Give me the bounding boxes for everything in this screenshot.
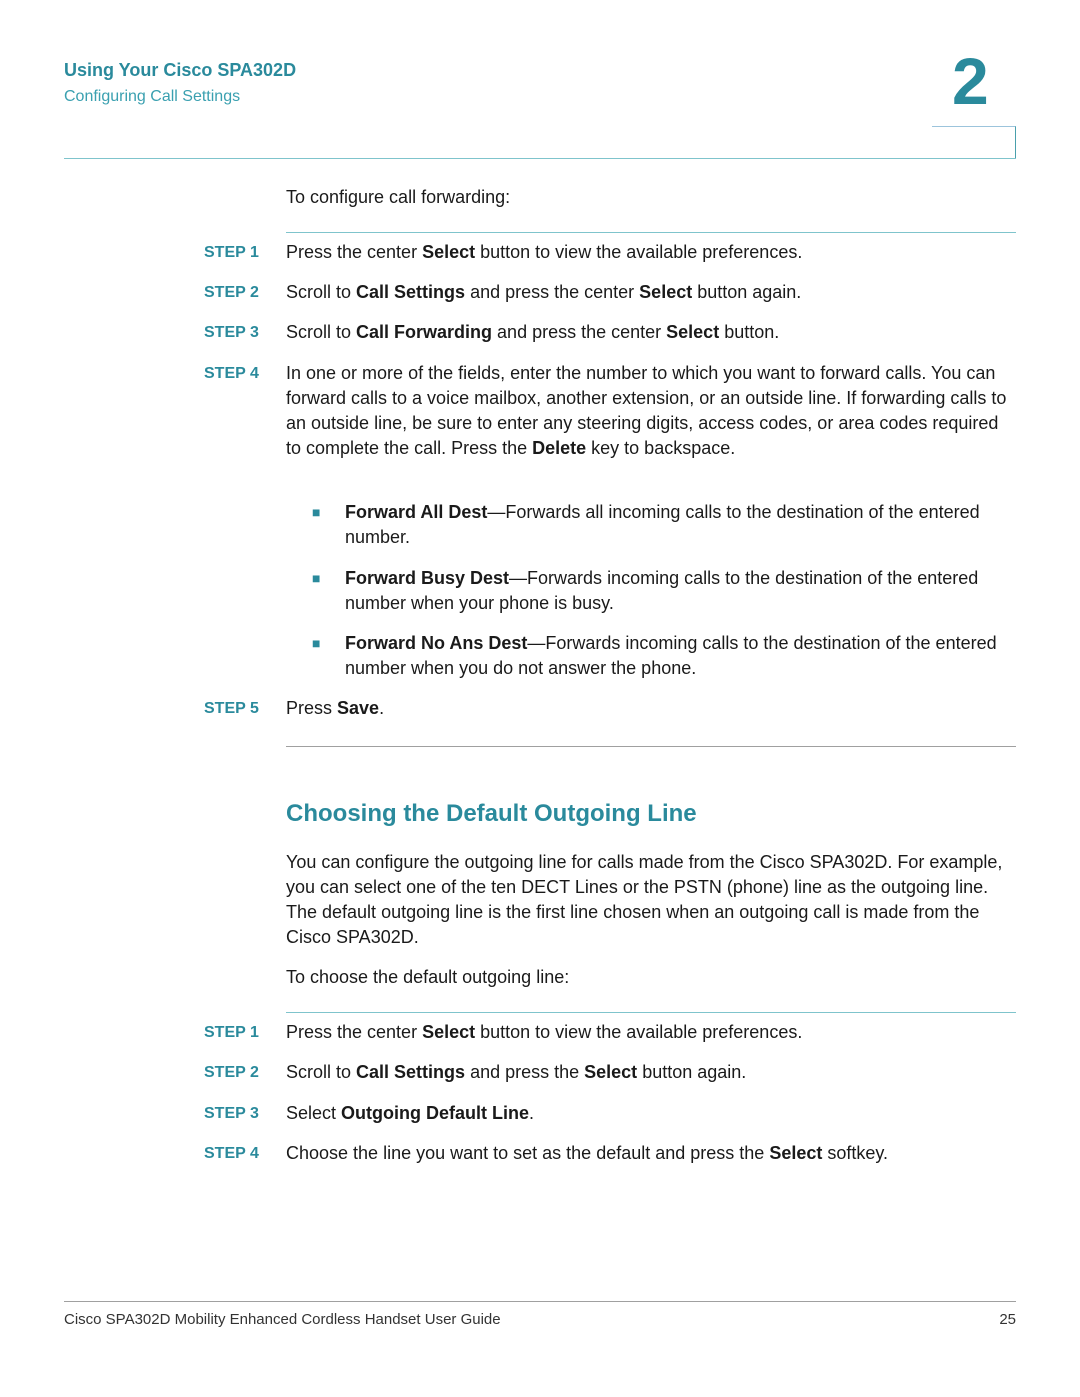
bullet-item: ■ Forward Busy Dest—Forwards incoming ca…: [312, 566, 1016, 616]
step-text: Press Save.: [286, 696, 1016, 721]
bullet-item: ■ Forward All Dest—Forwards all incoming…: [312, 500, 1016, 550]
step-text-part: and press the center: [492, 322, 667, 342]
bullet-term: Forward No Ans Dest: [345, 633, 528, 653]
forward-step: STEP 5 Press Save.: [204, 696, 1016, 721]
section-name: Configuring Call Settings: [64, 88, 241, 105]
step-text-part: and press the center: [465, 282, 640, 302]
step-text-part: button to view the available preferences…: [475, 242, 803, 262]
step-text-part: button.: [719, 322, 780, 342]
bullet-icon: ■: [312, 504, 321, 520]
step-emphasis: Select: [584, 1062, 638, 1082]
step-text-part: and press the: [465, 1062, 585, 1082]
step-text-part: Press the center: [286, 1022, 423, 1042]
bullet-text: Forward No Ans Dest—Forwards incoming ca…: [345, 631, 1016, 681]
step-label: STEP 3: [204, 324, 259, 341]
step-label: STEP 2: [204, 1064, 259, 1081]
footer-rule: [64, 1301, 1016, 1302]
bullet-item: ■ Forward No Ans Dest—Forwards incoming …: [312, 631, 1016, 681]
chapter-tab-decoration: [932, 126, 1016, 158]
step-label: STEP 3: [204, 1105, 259, 1122]
bullet-icon: ■: [312, 635, 321, 651]
step-text: Scroll to Call Forwarding and press the …: [286, 320, 1016, 345]
chapter-number: 2: [952, 44, 989, 118]
header-rule: [64, 158, 1016, 159]
forward-step: STEP 1 Press the center Select button to…: [204, 240, 1016, 265]
step-text-part: button to view the available preferences…: [475, 1022, 803, 1042]
outgoing-step: STEP 4 Choose the line you want to set a…: [204, 1141, 1016, 1166]
step-text-part: Scroll to: [286, 322, 357, 342]
step-label: STEP 2: [204, 284, 259, 301]
bullet-term: Forward All Dest: [345, 502, 488, 522]
step-emphasis: Call Settings: [356, 282, 466, 302]
forwarding-intro: To configure call forwarding:: [286, 187, 511, 207]
forward-step: STEP 3 Scroll to Call Forwarding and pre…: [204, 320, 1016, 345]
step-text: Scroll to Call Settings and press the Se…: [286, 1060, 1016, 1085]
bullet-text: Forward Busy Dest—Forwards incoming call…: [345, 566, 1016, 616]
step-emphasis: Save: [337, 698, 380, 718]
step-text: Scroll to Call Settings and press the ce…: [286, 280, 1016, 305]
step-label: STEP 1: [204, 1024, 259, 1041]
step-emphasis: Select: [422, 1022, 476, 1042]
steps-rule: [286, 1012, 1016, 1013]
forward-step: STEP 2 Scroll to Call Settings and press…: [204, 280, 1016, 305]
step-emphasis: Select: [422, 242, 476, 262]
step-emphasis: Select: [666, 322, 720, 342]
step-text-part: Press: [286, 698, 338, 718]
outgoing-body: You can configure the outgoing line for …: [286, 852, 1003, 947]
step-emphasis: Select: [769, 1143, 823, 1163]
bullet-icon: ■: [312, 570, 321, 586]
section-end-rule: [286, 746, 1016, 747]
step-emphasis: Outgoing Default Line: [341, 1103, 530, 1123]
step-text-part: button again.: [692, 282, 802, 302]
step-text-part: Choose the line you want to set as the d…: [286, 1143, 770, 1163]
step-label: STEP 4: [204, 365, 259, 382]
step-text: Press the center Select button to view t…: [286, 240, 1016, 265]
step-text-part: .: [529, 1103, 535, 1123]
step-emphasis: Call Settings: [356, 1062, 466, 1082]
step-text-part: Scroll to: [286, 282, 357, 302]
step-label: STEP 5: [204, 700, 259, 717]
step-text: Select Outgoing Default Line.: [286, 1101, 1016, 1126]
footer-guide-title: Cisco SPA302D Mobility Enhanced Cordless…: [64, 1311, 501, 1328]
outgoing-intro: To choose the default outgoing line:: [286, 967, 570, 987]
outgoing-step: STEP 1 Press the center Select button to…: [204, 1020, 1016, 1045]
step-emphasis: Select: [639, 282, 693, 302]
forward-step: STEP 4 In one or more of the fields, ent…: [204, 361, 1016, 461]
page-number: 25: [999, 1311, 1016, 1328]
chapter-title: Using Your Cisco SPA302D: [64, 60, 297, 80]
step-label: STEP 4: [204, 1145, 259, 1162]
step-text-part: .: [379, 698, 385, 718]
steps-rule: [286, 232, 1016, 233]
step-emphasis: Call Forwarding: [356, 322, 493, 342]
step-emphasis: Delete: [532, 438, 587, 458]
section-heading: Choosing the Default Outgoing Line: [286, 800, 697, 827]
outgoing-step: STEP 2 Scroll to Call Settings and press…: [204, 1060, 1016, 1085]
step-text-part: Select: [286, 1103, 342, 1123]
bullet-text: Forward All Dest—Forwards all incoming c…: [345, 500, 1016, 550]
step-text-part: softkey.: [822, 1143, 889, 1163]
step-text: Press the center Select button to view t…: [286, 1020, 1016, 1045]
step-label: STEP 1: [204, 244, 259, 261]
step-text: Choose the line you want to set as the d…: [286, 1141, 1016, 1166]
step-text-part: button again.: [637, 1062, 747, 1082]
step-text: In one or more of the fields, enter the …: [286, 361, 1016, 461]
step-text-part: Scroll to: [286, 1062, 357, 1082]
step-text-part: key to backspace.: [586, 438, 736, 458]
outgoing-step: STEP 3 Select Outgoing Default Line.: [204, 1101, 1016, 1126]
bullet-term: Forward Busy Dest: [345, 568, 510, 588]
step-text-part: Press the center: [286, 242, 423, 262]
